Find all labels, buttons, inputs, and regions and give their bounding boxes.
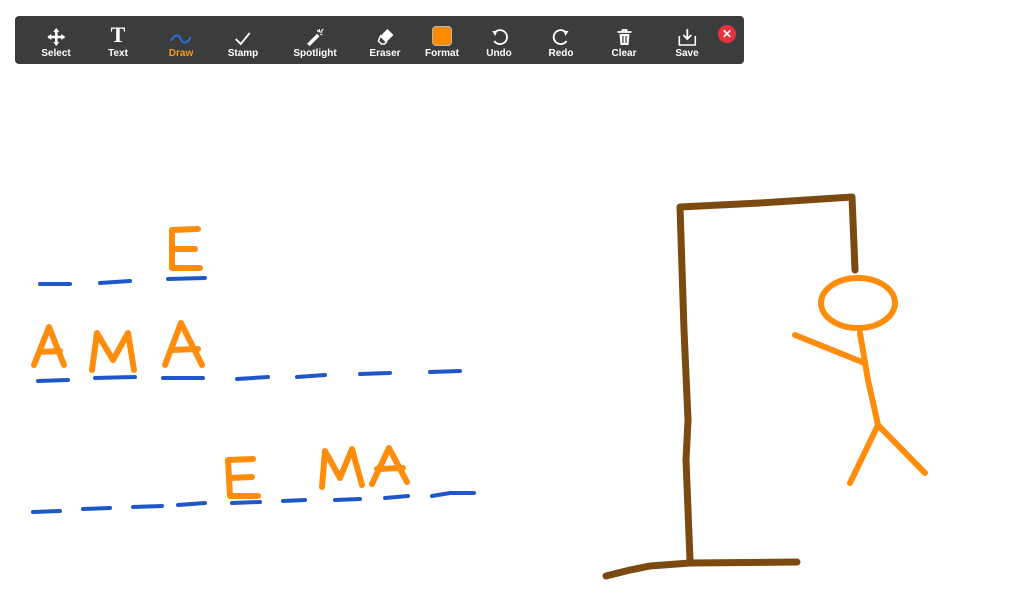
- guessed-letters: [31, 226, 410, 499]
- letter-a: [162, 320, 205, 368]
- letter-m: [319, 446, 365, 490]
- hangman-figure: [792, 275, 928, 486]
- letter-m: [89, 330, 137, 373]
- letter-e: [169, 226, 203, 271]
- gallows: [602, 193, 859, 580]
- drawing-canvas[interactable]: [0, 0, 1024, 597]
- letter-a: [369, 445, 410, 487]
- letter-a: [31, 324, 67, 368]
- letter-e: [225, 456, 261, 499]
